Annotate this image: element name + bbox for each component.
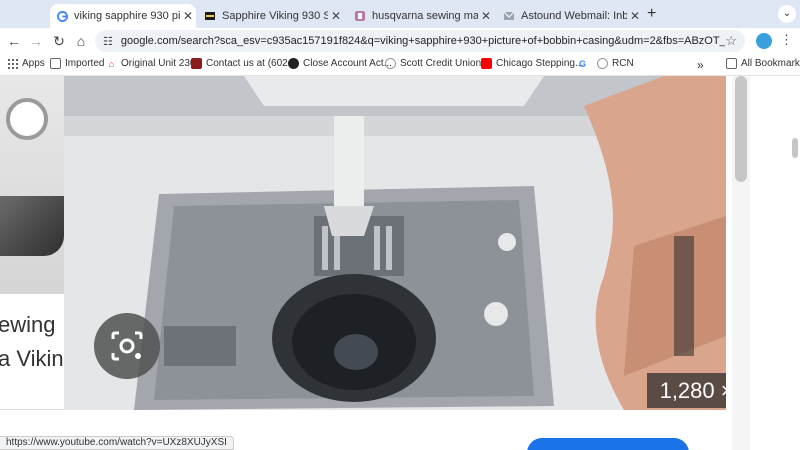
tab-strip: viking sapphire 930 picture o ✕ Sapphire… — [0, 0, 800, 28]
page-scrollbar-thumb[interactable] — [792, 138, 798, 158]
bookmark-chicago-stepping[interactable]: Chicago Stepping... — [481, 58, 583, 69]
menu-icon[interactable]: ⋮ — [780, 32, 793, 48]
home-icon[interactable]: ⌂ — [72, 32, 90, 50]
google-icon — [56, 10, 68, 22]
tab-title: Astound Webmail: Inbox (8) — [521, 10, 627, 22]
result-thumbnail — [0, 76, 64, 294]
tab-title: viking sapphire 930 picture o — [74, 10, 180, 22]
new-tab-icon[interactable]: + — [647, 5, 656, 23]
site-favicon — [288, 58, 299, 69]
bookmark-original-unit[interactable]: ⌂ Original Unit 230 — [106, 58, 196, 69]
bookmark-google[interactable]: G — [577, 58, 592, 69]
tab-title: Sapphire Viking 930 Sewing M — [222, 10, 328, 22]
address-bar[interactable]: ☷ google.com/search?sca_esv=c935ac157191… — [95, 30, 745, 52]
site-favicon — [385, 58, 396, 69]
thumbnail-shape — [6, 98, 48, 140]
visit-button[interactable] — [527, 438, 689, 450]
bookmarks-bar: Apps Imported ⌂ Original Unit 230 Contac… — [0, 54, 800, 76]
bookmark-label: Original Unit 230 — [121, 58, 196, 69]
site-favicon — [191, 58, 202, 69]
youtube-icon — [481, 58, 492, 69]
google-icon: G — [578, 58, 586, 69]
close-icon[interactable]: ✕ — [627, 9, 643, 23]
folder-icon — [50, 58, 61, 69]
bookmark-rcn[interactable]: RCN — [597, 58, 634, 69]
bookmark-close-account[interactable]: Close Account Act... — [288, 58, 392, 69]
site-favicon — [354, 10, 366, 22]
tab-title: husqvarna sewing machine pa — [372, 10, 478, 22]
bookmark-apps[interactable]: Apps — [7, 58, 45, 69]
panel-scrollbar-thumb[interactable] — [735, 76, 747, 182]
close-icon[interactable]: ✕ — [328, 9, 344, 23]
page-content: ewing a Vikin 1,280 — [0, 76, 800, 450]
result-caption: ewing a Vikin — [0, 294, 64, 410]
chevron-down-icon[interactable]: ⌄ — [778, 5, 796, 23]
google-lens-button[interactable] — [94, 313, 160, 379]
bookmark-star-icon[interactable]: ☆ — [725, 33, 737, 49]
sewing-machine-photo — [64, 76, 726, 410]
bookmark-label: Apps — [22, 58, 45, 69]
result-title-line: a Vikin — [0, 346, 64, 371]
bookmark-label: Chicago Stepping... — [496, 58, 584, 69]
tab-google-search[interactable]: viking sapphire 930 picture o ✕ — [50, 4, 196, 28]
thumbnail-shape — [0, 196, 64, 256]
tab-husqvarna[interactable]: husqvarna sewing machine pa ✕ — [348, 4, 494, 28]
preview-image[interactable]: 1,280 × 720 — [64, 76, 726, 410]
extension-icon[interactable] — [756, 33, 772, 49]
previous-result-card[interactable]: ewing a Vikin — [0, 76, 64, 410]
bookmark-label: Scott Credit Union... — [400, 58, 490, 69]
bookmarks-overflow[interactable]: » — [697, 58, 704, 72]
apps-grid-icon — [7, 58, 18, 69]
site-favicon — [204, 10, 216, 22]
address-url: google.com/search?sca_esv=c935ac157191f8… — [120, 35, 726, 47]
site-settings-icon[interactable]: ☷ — [103, 35, 113, 48]
tab-webmail[interactable]: Astound Webmail: Inbox (8) ✕ — [497, 4, 643, 28]
bookmark-imported[interactable]: Imported — [50, 58, 104, 69]
bookmark-label: Imported — [65, 58, 105, 69]
home-icon: ⌂ — [108, 58, 115, 69]
close-icon[interactable]: ✕ — [180, 9, 196, 23]
all-bookmarks-label: All Bookmarks — [741, 58, 800, 69]
folder-icon — [726, 58, 737, 69]
bookmark-label: RCN — [612, 58, 634, 69]
mail-icon — [503, 10, 515, 22]
forward-icon[interactable]: → — [27, 32, 45, 50]
bookmark-label: Contact us at (602... — [206, 58, 297, 69]
bookmark-scott-credit[interactable]: Scott Credit Union... — [385, 58, 489, 69]
image-dimensions: 1,280 × 720 — [647, 373, 726, 408]
site-favicon — [597, 58, 608, 69]
camera-lens-icon — [111, 331, 143, 361]
browser-toolbar: ← → ↻ ⌂ ☷ google.com/search?sca_esv=c935… — [0, 28, 800, 54]
tab-sapphire-viking[interactable]: Sapphire Viking 930 Sewing M ✕ — [198, 4, 344, 28]
back-icon[interactable]: ← — [5, 32, 23, 50]
bookmark-contact-us[interactable]: Contact us at (602... — [191, 58, 296, 69]
all-bookmarks[interactable]: All Bookmarks — [726, 58, 800, 69]
reload-icon[interactable]: ↻ — [50, 32, 68, 50]
close-icon[interactable]: ✕ — [478, 9, 494, 23]
bookmark-label: Close Account Act... — [303, 58, 392, 69]
result-title-line: ewing — [0, 312, 56, 337]
status-bar-url: https://www.youtube.com/watch?v=UXz8XUJy… — [0, 436, 234, 450]
